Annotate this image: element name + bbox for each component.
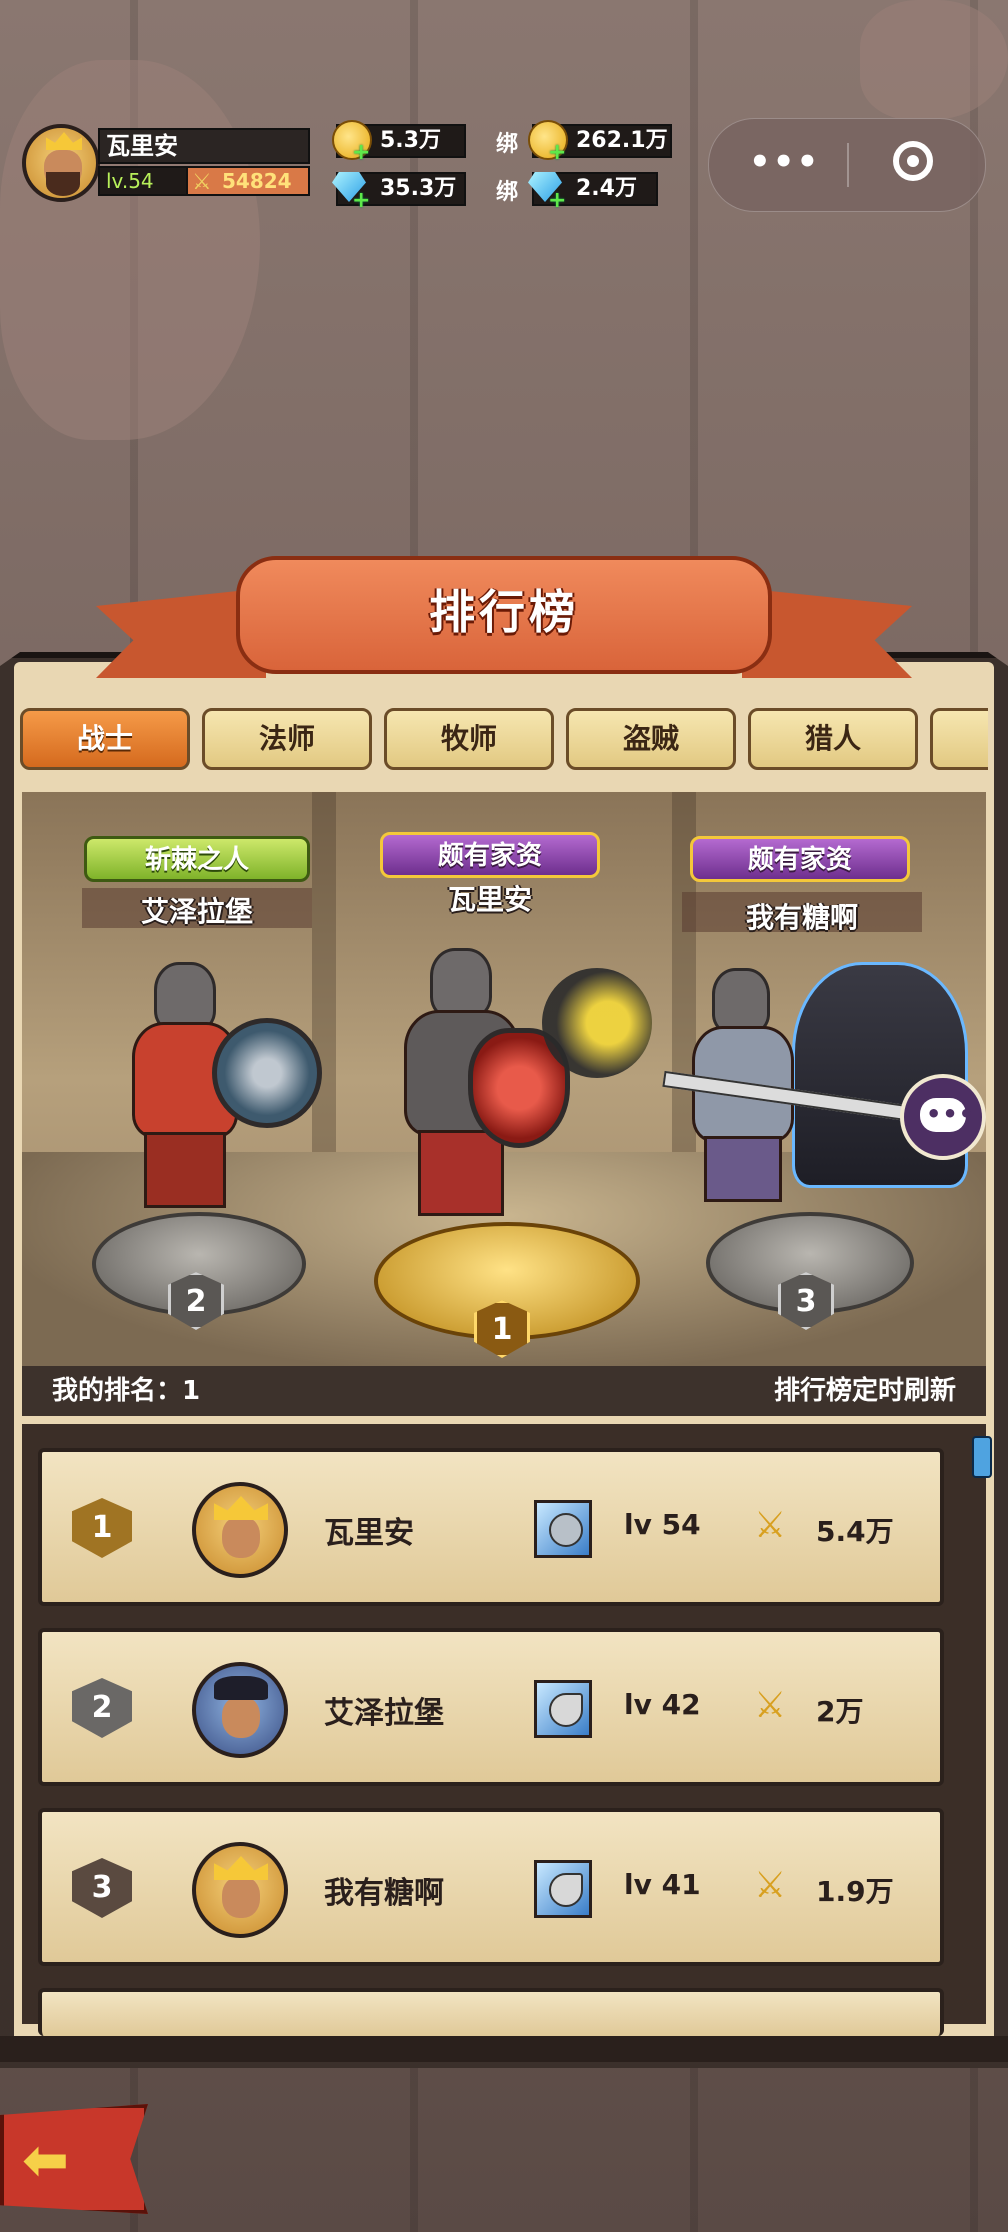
bound-gem-label: 绑 <box>496 180 519 205</box>
bound-gem-value: 2.4万 <box>576 176 637 201</box>
rank-badge: 1 <box>72 1498 132 1558</box>
podium-name-3: 我有糖啊 <box>745 901 858 934</box>
podium-scene: 斩棘之人 艾泽拉堡 2 颇有家资 瓦里安 1 颇有家资 我有糖啊 3 <box>22 792 986 1366</box>
axe-icon <box>534 1860 592 1918</box>
list-item-partial[interactable] <box>38 1988 944 2036</box>
add-bound-gold-icon[interactable]: + <box>548 138 566 168</box>
player-avatar[interactable] <box>22 124 100 202</box>
tab-mage[interactable]: 法师 <box>202 708 372 770</box>
tab-priest[interactable]: 牧师 <box>384 708 554 770</box>
my-rank-label: 我的排名：1 <box>52 1376 201 1406</box>
crossed-swords-icon: ⚔ <box>192 170 212 195</box>
bee-pet <box>542 968 652 1078</box>
back-arrow-icon: ⬅ <box>22 2128 69 2193</box>
tab-hunter[interactable]: 猎人 <box>748 708 918 770</box>
axe-icon <box>534 1680 592 1738</box>
list-item[interactable]: 2 艾泽拉堡 lv 42 ⚔ 2万 <box>38 1628 944 1786</box>
hero-figure-2[interactable] <box>92 962 322 1212</box>
title-banner: 排行榜 <box>96 548 912 696</box>
tab-paladin[interactable]: 圣 <box>930 708 988 770</box>
panel-frame-bottom <box>0 2036 1008 2062</box>
player-name: 艾泽拉堡 <box>324 1696 444 1731</box>
miniprogram-capsule: ••• <box>708 118 986 212</box>
player-power-value: 54824 <box>222 169 292 193</box>
more-menu-icon[interactable]: ••• <box>749 145 820 179</box>
player-level: lv 54 <box>624 1508 701 1541</box>
tab-warrior[interactable]: 战士 <box>20 708 190 770</box>
player-level: lv 42 <box>624 1688 701 1721</box>
rank-badge: 3 <box>72 1858 132 1918</box>
tab-rogue[interactable]: 盗贼 <box>566 708 736 770</box>
player-name: 瓦里安 <box>98 128 310 164</box>
add-gold-icon[interactable]: + <box>352 138 370 168</box>
player-power: 2万 <box>816 1695 864 1728</box>
rank-badge: 2 <box>72 1678 132 1738</box>
crossed-swords-icon: ⚔ <box>754 1505 787 1546</box>
player-name: 瓦里安 <box>324 1516 414 1551</box>
podium-title-1: 颇有家资 <box>380 832 600 878</box>
shield-icon <box>534 1500 592 1558</box>
crossed-swords-icon: ⚔ <box>754 1685 787 1726</box>
close-target-icon[interactable] <box>893 141 933 181</box>
avatar[interactable] <box>192 1842 288 1938</box>
list-scrollbar[interactable] <box>972 1436 992 1478</box>
crown-icon <box>46 132 82 150</box>
bound-gold-label: 绑 <box>496 132 519 157</box>
player-level: lv 41 <box>624 1868 701 1901</box>
add-gem-icon[interactable]: + <box>352 186 370 216</box>
hero-figure-1[interactable] <box>352 948 652 1228</box>
player-power: ⚔ 54824 <box>186 166 310 196</box>
add-bound-gem-icon[interactable]: + <box>548 186 566 216</box>
avatar[interactable] <box>192 1482 288 1578</box>
podium-name-2: 艾泽拉堡 <box>140 895 253 928</box>
list-item[interactable]: 1 瓦里安 lv 54 ⚔ 5.4万 <box>38 1448 944 1606</box>
player-name: 我有糖啊 <box>324 1876 444 1911</box>
player-power: 1.9万 <box>816 1875 894 1908</box>
bound-gem-counter[interactable]: + 2.4万 <box>528 172 658 213</box>
class-tabs: 战士 法师 牧师 盗贼 猎人 圣 <box>20 708 988 774</box>
chat-button[interactable]: ••• <box>900 1074 986 1160</box>
gold-counter[interactable]: + 5.3万 <box>332 120 466 165</box>
bound-gold-counter[interactable]: + 262.1万 <box>528 120 672 165</box>
avatar[interactable] <box>192 1662 288 1758</box>
list-item[interactable]: 3 我有糖啊 lv 41 ⚔ 1.9万 <box>38 1808 944 1966</box>
gem-value: 35.3万 <box>380 176 457 201</box>
page-title: 排行榜 <box>429 585 579 639</box>
back-button[interactable]: ⬅ <box>0 2104 148 2214</box>
refresh-note: 排行榜定时刷新 <box>773 1376 956 1406</box>
gold-value: 5.3万 <box>380 128 441 153</box>
my-rank-bar: 我的排名：1 排行榜定时刷新 <box>22 1366 986 1416</box>
gem-counter[interactable]: + 35.3万 <box>332 172 466 213</box>
podium-name-1: 瓦里安 <box>447 883 532 916</box>
player-power: 5.4万 <box>816 1515 894 1548</box>
podium-title-3: 颇有家资 <box>690 836 910 882</box>
podium-title-2: 斩棘之人 <box>84 836 310 882</box>
player-level: lv.54 <box>98 166 188 196</box>
bound-gold-value: 262.1万 <box>576 128 668 153</box>
crossed-swords-icon: ⚔ <box>754 1865 787 1906</box>
